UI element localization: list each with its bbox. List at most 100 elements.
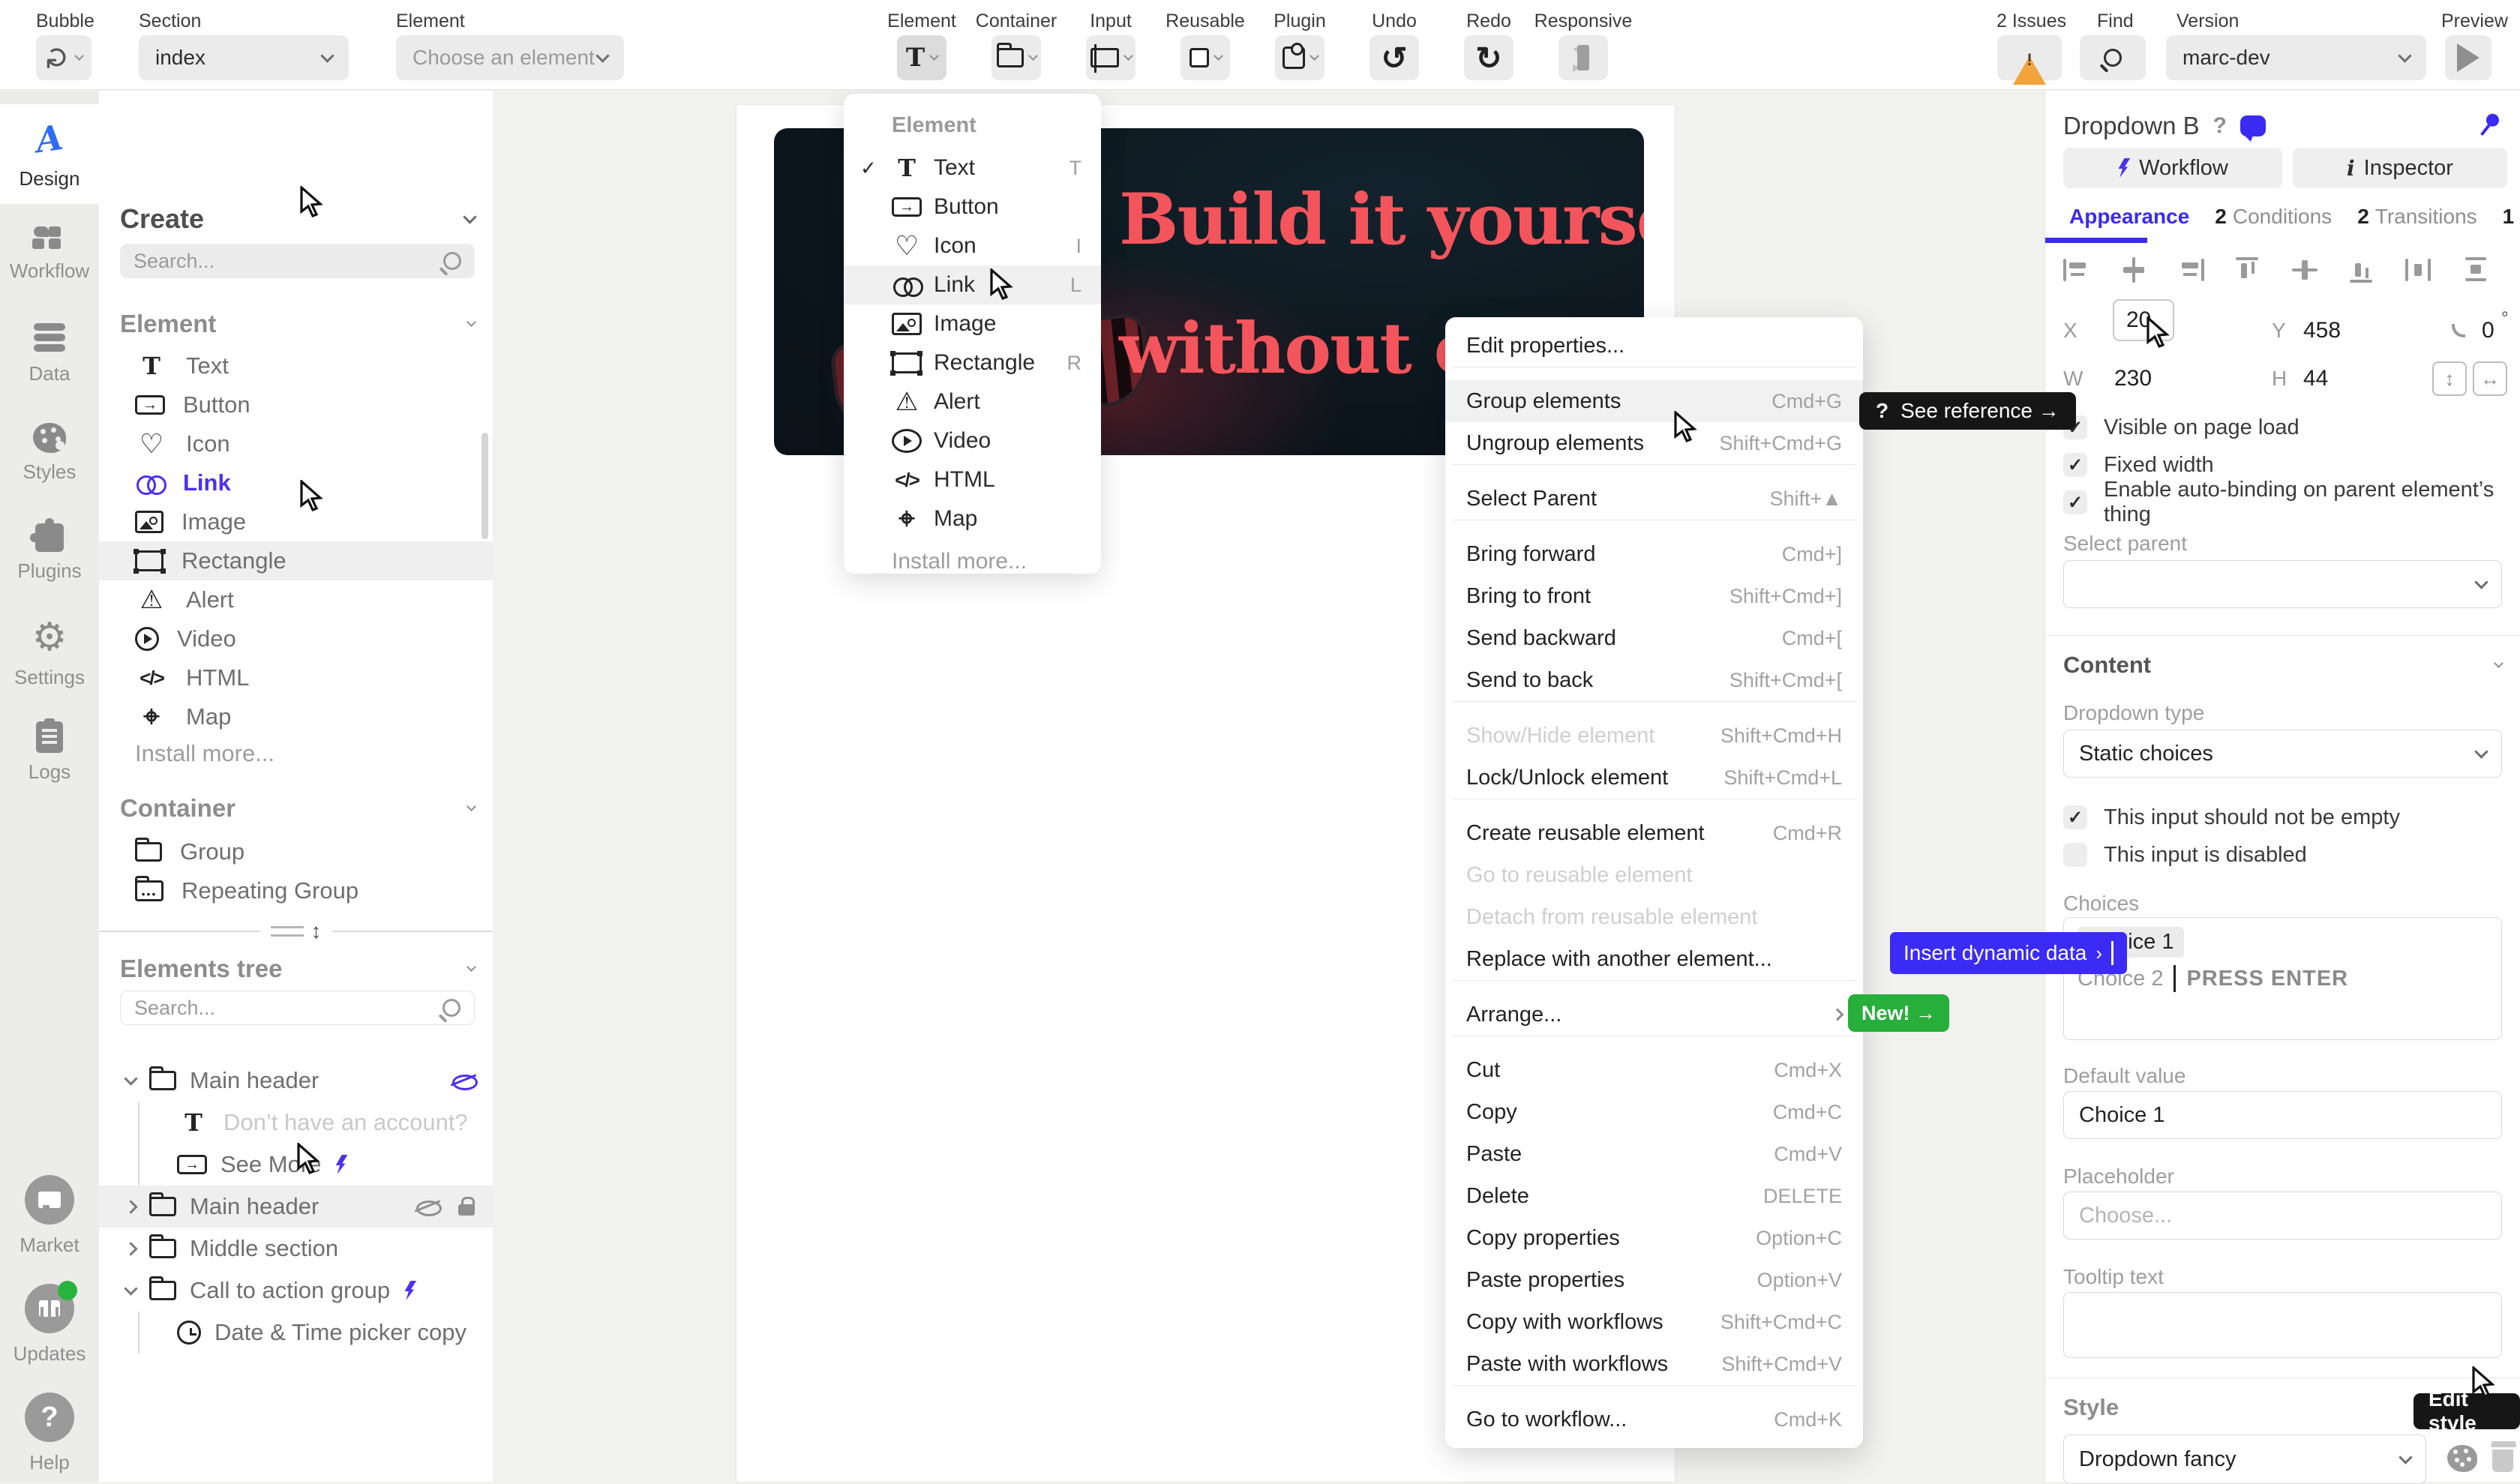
- choices-input[interactable]: Choice 1 Choice 2 PRESS ENTER: [2063, 917, 2502, 1040]
- palette-container-item[interactable]: Repeating Group: [99, 871, 493, 910]
- left-panel-scrollbar[interactable]: [482, 433, 488, 539]
- context-menu-item[interactable]: Send to back Shift+Cmd+[: [1445, 659, 1863, 701]
- sidebar-item[interactable]: Plugins: [0, 503, 99, 603]
- panel-tab[interactable]: 1 States: [2503, 205, 2520, 229]
- palette-element-item[interactable]: Map: [99, 697, 493, 736]
- bubble-logo-button[interactable]: [36, 35, 92, 80]
- context-menu-item[interactable]: Group elements Cmd+G: [1445, 380, 1863, 422]
- context-menu-item[interactable]: Select Parent Shift+▲: [1445, 478, 1863, 520]
- panel-resize-handle[interactable]: ↕: [99, 922, 493, 941]
- context-menu-item[interactable]: Copy properties Option+C: [1445, 1217, 1863, 1259]
- context-menu-item[interactable]: Bring to front Shift+Cmd+]: [1445, 575, 1863, 617]
- element-menu-item[interactable]: ✓ Button: [844, 187, 1101, 226]
- dropdown-type-select[interactable]: Static choices: [2063, 730, 2502, 778]
- context-menu-item[interactable]: Copy with workflows Shift+Cmd+C: [1445, 1301, 1863, 1343]
- element-section-header[interactable]: Element: [120, 310, 475, 338]
- sidebar-item[interactable]: Updates: [0, 1284, 99, 1366]
- toolbar-button[interactable]: Reusable: [1180, 0, 1230, 90]
- sidebar-item[interactable]: Data: [0, 304, 99, 403]
- tree-row[interactable]: Don’t have an account?: [99, 1102, 493, 1144]
- context-menu-item[interactable]: Lock/Unlock element Shift+Cmd+L: [1445, 757, 1863, 799]
- element-menu-item[interactable]: ✓ Video: [844, 421, 1101, 460]
- sidebar-item[interactable]: Logs: [0, 703, 99, 802]
- twisty-chevron-icon[interactable]: [124, 1282, 137, 1295]
- toolbar-button[interactable]: Plugin: [1275, 0, 1324, 90]
- preview-button[interactable]: [2445, 35, 2492, 80]
- twisty-chevron-icon[interactable]: [124, 1242, 137, 1255]
- sidebar-item[interactable]: Settings: [0, 603, 99, 703]
- panel-tab[interactable]: Appearance: [2063, 205, 2189, 229]
- delete-style-icon[interactable]: [2491, 1444, 2516, 1474]
- element-menu-item[interactable]: ✓ HTML: [844, 460, 1101, 499]
- toolbar-button[interactable]: Element: [897, 0, 946, 90]
- align-center-h-icon[interactable]: [2120, 257, 2147, 283]
- context-menu-item[interactable]: Create reusable element Cmd+R: [1445, 812, 1863, 854]
- sidebar-item[interactable]: Styles: [0, 403, 99, 503]
- context-menu-item[interactable]: Send backward Cmd+[: [1445, 617, 1863, 659]
- context-menu-item[interactable]: Show/Hide element Shift+Cmd+H: [1445, 715, 1863, 757]
- workflow-button[interactable]: Workflow: [2063, 148, 2282, 188]
- context-menu-item[interactable]: Edit properties...: [1445, 325, 1863, 367]
- checkbox[interactable]: ✓: [2063, 490, 2087, 514]
- twisty-chevron-icon[interactable]: [124, 1200, 137, 1213]
- context-menu-item[interactable]: Paste properties Option+V: [1445, 1259, 1863, 1301]
- align-left-icon[interactable]: [2063, 257, 2090, 283]
- palette-element-item[interactable]: HTML: [99, 658, 493, 697]
- context-menu-item[interactable]: Replace with another element...: [1445, 938, 1863, 980]
- comment-icon[interactable]: [2240, 115, 2266, 136]
- sidebar-item[interactable]: Help: [0, 1393, 99, 1474]
- install-more-link[interactable]: Install more...: [135, 740, 274, 767]
- checkbox[interactable]: ✓: [2063, 805, 2087, 829]
- style-select[interactable]: Dropdown fancy: [2063, 1435, 2426, 1484]
- checkbox-row[interactable]: ✓ Visible on page load: [2063, 409, 2502, 446]
- fix-height-button[interactable]: ↕: [2432, 361, 2467, 396]
- distribute-v-icon[interactable]: [2462, 257, 2489, 283]
- palette-element-item[interactable]: Rectangle: [99, 541, 493, 580]
- panel-tab[interactable]: 2 Transitions: [2357, 205, 2476, 229]
- tree-row[interactable]: Middle section: [99, 1228, 493, 1270]
- palette-container-item[interactable]: Group: [99, 832, 493, 871]
- context-menu-item[interactable]: Arrange...: [1445, 994, 1863, 1036]
- tree-row[interactable]: Main header: [99, 1186, 493, 1228]
- find-button[interactable]: [2080, 35, 2146, 80]
- help-icon[interactable]: ?: [2213, 113, 2227, 139]
- placeholder-input[interactable]: Choose...: [2063, 1192, 2502, 1240]
- element-menu-item[interactable]: ✓ Icon I: [844, 226, 1101, 265]
- eye-off-icon[interactable]: [451, 1072, 476, 1090]
- content-section-header[interactable]: Content: [2063, 652, 2502, 679]
- align-right-icon[interactable]: [2177, 257, 2204, 283]
- sidebar-item[interactable]: Market: [0, 1175, 99, 1257]
- default-value-input[interactable]: Choice 1: [2063, 1091, 2502, 1139]
- context-menu-item[interactable]: Paste with workflows Shift+Cmd+V: [1445, 1343, 1863, 1385]
- twisty-chevron-icon[interactable]: [124, 1072, 137, 1085]
- see-reference-tooltip[interactable]: ? See reference →: [1859, 392, 2076, 430]
- toolbar-button[interactable]: Input: [1086, 0, 1136, 90]
- eye-off-icon[interactable]: [415, 1198, 440, 1216]
- context-menu-item[interactable]: Detach from reusable element: [1445, 896, 1863, 938]
- checkbox[interactable]: ✓: [2063, 453, 2087, 477]
- tree-search-input[interactable]: Search...: [120, 991, 475, 1025]
- align-top-icon[interactable]: [2234, 257, 2261, 283]
- sidebar-item[interactable]: Design: [0, 104, 99, 204]
- element-menu-item[interactable]: ✓ Rectangle R: [844, 343, 1101, 382]
- context-menu-item[interactable]: Bring forward Cmd+]: [1445, 533, 1863, 575]
- palette-element-item[interactable]: Button: [99, 385, 493, 424]
- checkbox-row[interactable]: ✓ This input is disabled: [2063, 836, 2502, 874]
- element-select[interactable]: Choose an element: [396, 35, 624, 80]
- element-menu-item[interactable]: ✓ Text T: [844, 148, 1101, 187]
- w-value[interactable]: 230: [2114, 366, 2152, 391]
- panel-tab[interactable]: 2 Conditions: [2215, 205, 2332, 229]
- install-more-link[interactable]: Install more...: [844, 538, 1101, 574]
- toolbar-button[interactable]: Undo: [1370, 0, 1419, 90]
- select-parent-dropdown[interactable]: [2063, 560, 2502, 608]
- pin-icon[interactable]: [2470, 107, 2508, 145]
- issues-button[interactable]: !: [1997, 35, 2062, 80]
- toolbar-button[interactable]: Responsive: [1558, 0, 1608, 90]
- checkbox-row[interactable]: ✓ This input should not be empty: [2063, 799, 2502, 836]
- h-value[interactable]: 44: [2303, 366, 2328, 391]
- checkbox[interactable]: ✓: [2063, 843, 2087, 867]
- element-menu-item[interactable]: ✓ Image: [844, 304, 1101, 343]
- tree-row[interactable]: Call to action group: [99, 1270, 493, 1312]
- edit-style-palette-icon[interactable]: [2447, 1445, 2477, 1472]
- toolbar-button[interactable]: Redo: [1464, 0, 1514, 90]
